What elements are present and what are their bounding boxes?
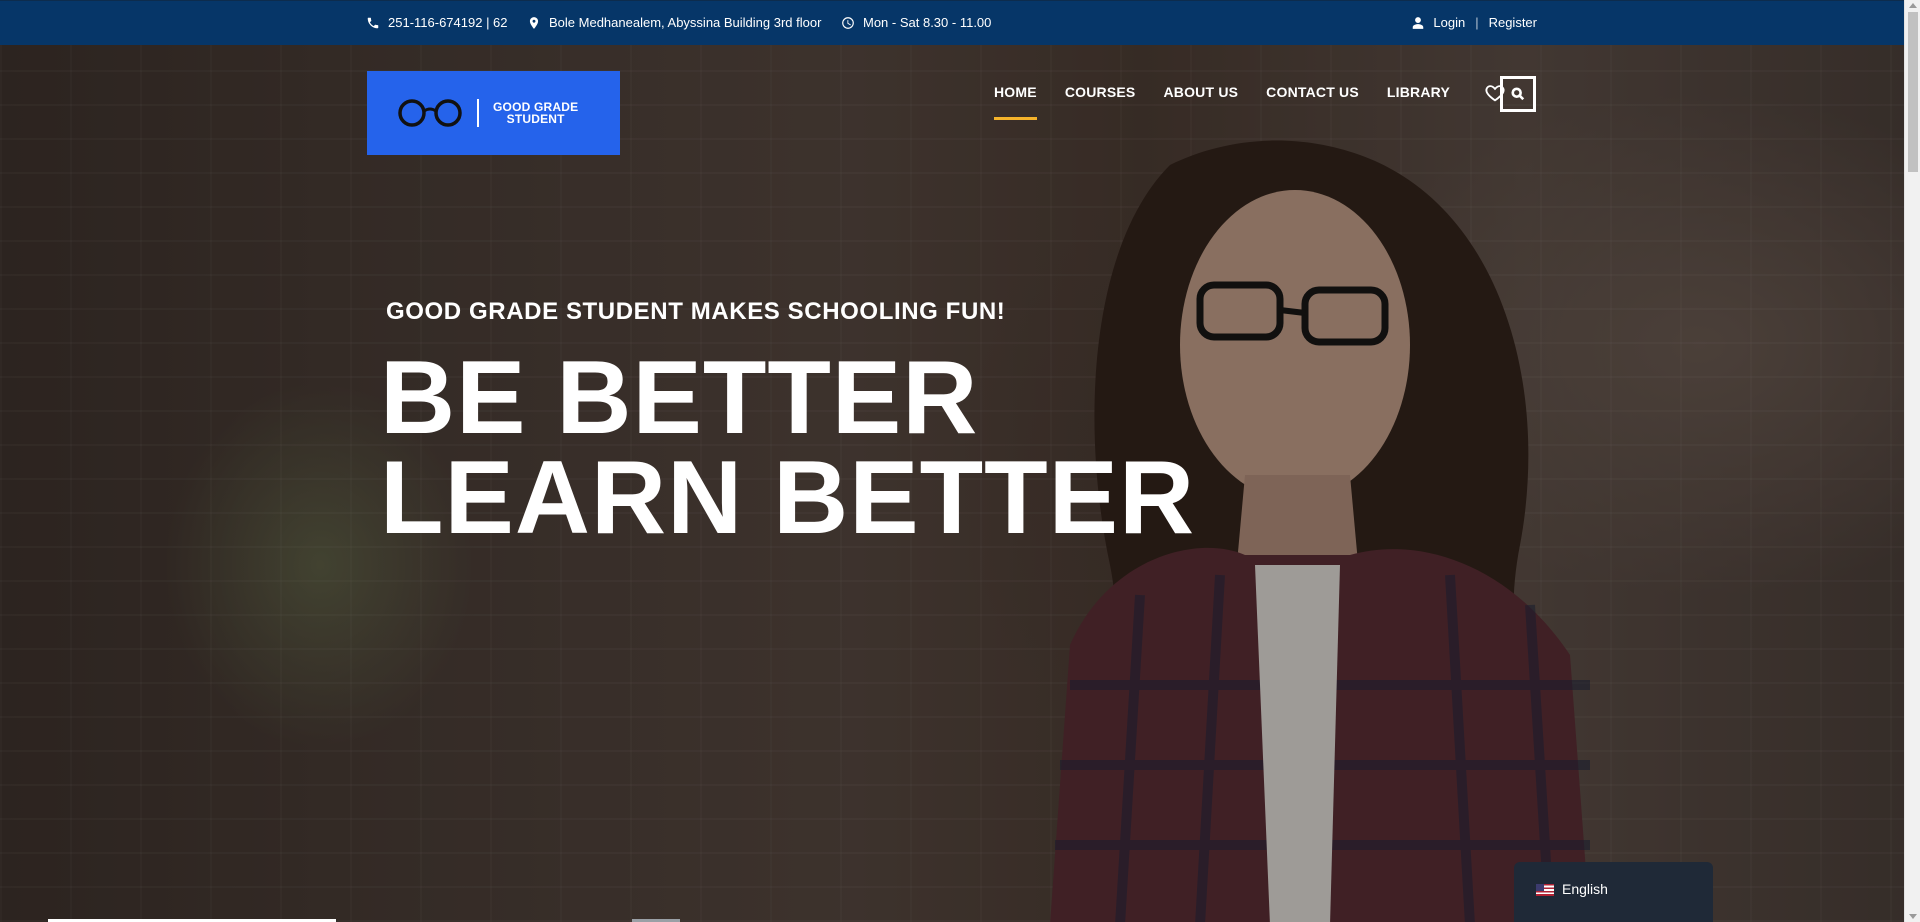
us-flag-icon [1536,884,1554,896]
language-label: English [1562,881,1608,897]
main-navigation: HOME COURSES ABOUT US CONTACT US LIBRARY [994,84,1506,120]
nav-item-library[interactable]: LIBRARY [1387,84,1450,120]
register-link[interactable]: Register [1489,15,1537,30]
phone-icon [367,17,379,28]
top-info-bar: 251-116-674192 | 62 Bole Medhanealem, Ab… [0,0,1904,45]
page-scrollbar[interactable] [1904,0,1920,922]
scroll-down-arrow-icon[interactable] [1909,914,1917,919]
phone-text: 251-116-674192 | 62 [388,15,508,30]
hero-headline: BE BETTER LEARN BETTER [380,340,1196,556]
map-pin-icon [529,16,539,29]
search-icon [1511,87,1525,101]
scroll-up-arrow-icon[interactable] [1909,3,1917,8]
nav-item-about-us[interactable]: ABOUT US [1163,84,1238,120]
contact-phone[interactable]: 251-116-674192 | 62 [366,15,508,30]
auth-links: Login | Register [1411,15,1537,30]
nav-item-contact-us[interactable]: CONTACT US [1266,84,1359,120]
login-link[interactable]: Login [1433,15,1465,30]
glasses-icon [398,99,462,127]
site-logo[interactable]: GOOD GRADE STUDENT [367,71,620,155]
nav-item-courses[interactable]: COURSES [1065,84,1136,120]
address-text: Bole Medhanealem, Abyssina Building 3rd … [549,15,822,30]
clock-icon [842,16,854,29]
user-icon [1413,16,1424,29]
scrollbar-thumb[interactable] [1908,12,1918,172]
hours-text: Mon - Sat 8.30 - 11.00 [863,15,992,30]
contact-address: Bole Medhanealem, Abyssina Building 3rd … [527,15,821,30]
opening-hours: Mon - Sat 8.30 - 11.00 [841,15,991,30]
logo-divider [477,99,479,127]
logo-text-line2: STUDENT [506,112,565,126]
hero-tagline: GOOD GRADE STUDENT MAKES SCHOOLING FUN! [386,298,1006,325]
auth-separator: | [1475,15,1479,30]
logo-text: GOOD GRADE STUDENT [493,101,578,125]
language-switcher[interactable]: English [1514,862,1713,922]
hero-headline-line1: BE BETTER [380,340,979,456]
search-button[interactable] [1500,76,1536,112]
nav-item-home[interactable]: HOME [994,84,1037,120]
hero-headline-line2: LEARN BETTER [380,440,1196,556]
